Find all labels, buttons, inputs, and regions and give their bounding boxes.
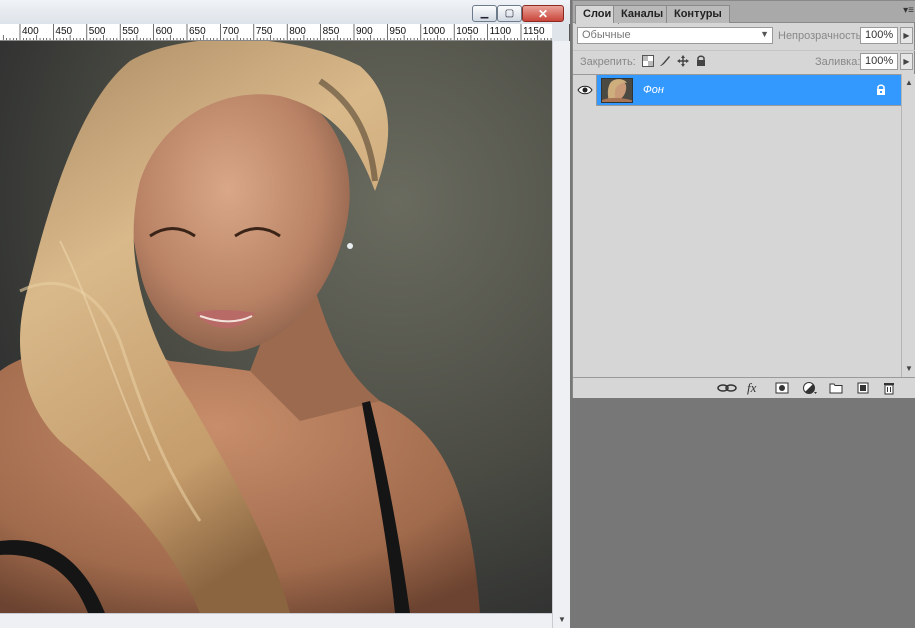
horizontal-ruler: 400 450 500 550 600 650 700 750 800 850 900 950 1000…	[0, 24, 552, 41]
scroll-down-icon[interactable]: ▼	[905, 364, 913, 373]
ruler-label: 800	[289, 26, 306, 37]
minimize-button[interactable]: ▁	[472, 5, 497, 22]
ruler-label: 1100	[490, 26, 512, 37]
close-icon: ✕	[537, 6, 549, 21]
adjustment-icon[interactable]	[802, 381, 818, 395]
photoshop-workspace: ▁ ▢ ✕ 400 450 500 550 600 650 700 750 800 850 900 9…	[0, 0, 915, 628]
layers-scrollbar[interactable]: ▲ ▼	[901, 74, 915, 377]
ruler-label: 400	[22, 26, 39, 37]
minimize-icon: ▁	[480, 7, 489, 19]
ruler-ticks: 400 450 500 550 600 650 700 750 800 850 900 950 1000…	[2, 24, 552, 40]
opacity-label: Непрозрачность:	[778, 30, 865, 42]
chevron-down-icon: ▼	[760, 29, 769, 39]
ruler-label: 500	[89, 26, 106, 37]
maximize-icon: ▢	[504, 7, 515, 19]
blend-mode-select[interactable]: Обычные ▼	[577, 27, 773, 44]
eye-icon	[577, 85, 593, 95]
lock-all-icon[interactable]	[695, 55, 707, 67]
opacity-slider-arrow-icon[interactable]: ▶	[900, 27, 913, 44]
ruler-label: 550	[122, 26, 139, 37]
mask-icon[interactable]	[775, 381, 789, 395]
layer-thumbnail[interactable]	[601, 78, 633, 103]
layers-panel: Слои Каналы Контуры ▾≡ Обычные ▼ Непрозр…	[572, 0, 915, 398]
tab-paths[interactable]: Контуры	[666, 5, 730, 23]
blend-mode-value: Обычные	[582, 29, 631, 41]
ruler-label: 650	[189, 26, 206, 37]
layer-name[interactable]: Фон	[643, 84, 664, 96]
fx-icon[interactable]: fx	[747, 381, 756, 395]
panel-bottom-bar: fx	[573, 377, 915, 398]
ruler-label: 750	[256, 26, 273, 37]
layers-list: Фон	[573, 74, 901, 377]
portrait-photo	[0, 41, 552, 613]
link-layers-icon[interactable]	[717, 381, 737, 395]
scroll-down-icon[interactable]: ▼	[558, 615, 566, 624]
panel-menu-icon[interactable]: ▾≡	[903, 5, 914, 16]
fill-slider-arrow-icon[interactable]: ▶	[900, 53, 913, 70]
group-icon[interactable]	[829, 381, 843, 395]
layer-thumbnail-image	[602, 79, 632, 102]
image-canvas[interactable]	[0, 41, 552, 613]
ruler-label: 900	[356, 26, 373, 37]
document-titlebar[interactable]: ▁ ▢ ✕	[0, 0, 570, 24]
layer-row-background[interactable]: Фон	[573, 75, 901, 106]
ruler-label: 700	[222, 26, 239, 37]
ruler-label: 1150	[523, 26, 545, 37]
opacity-input[interactable]: 100%	[860, 27, 898, 44]
scroll-up-icon[interactable]: ▲	[905, 78, 913, 87]
close-button[interactable]: ✕	[522, 5, 564, 22]
ruler-label: 850	[323, 26, 340, 37]
vertical-scrollbar[interactable]: ▼	[552, 41, 570, 628]
ruler-label: 1050	[456, 26, 479, 37]
document-window: ▁ ▢ ✕ 400 450 500 550 600 650 700 750 800 850 900 9…	[0, 0, 570, 628]
panel-tabs: Слои Каналы Контуры ▾≡	[573, 1, 915, 24]
lock-transparency-icon[interactable]	[642, 55, 654, 67]
ruler-label: 950	[389, 26, 406, 37]
trash-icon[interactable]	[882, 381, 896, 395]
lock-brush-icon[interactable]	[659, 55, 671, 67]
layer-lock-icon	[877, 84, 885, 95]
fill-input[interactable]: 100%	[860, 53, 898, 70]
new-layer-icon[interactable]	[856, 381, 870, 395]
visibility-toggle[interactable]	[573, 75, 597, 106]
lock-label: Закрепить:	[580, 56, 636, 68]
lock-move-icon[interactable]	[677, 55, 689, 67]
fill-label: Заливка:	[815, 56, 861, 68]
ruler-label: 1000	[423, 26, 446, 37]
ruler-label: 450	[55, 26, 72, 37]
tab-channels[interactable]: Каналы	[613, 5, 672, 23]
horizontal-scrollbar[interactable]	[0, 613, 552, 628]
ruler-label: 600	[156, 26, 173, 37]
maximize-button[interactable]: ▢	[497, 5, 522, 22]
